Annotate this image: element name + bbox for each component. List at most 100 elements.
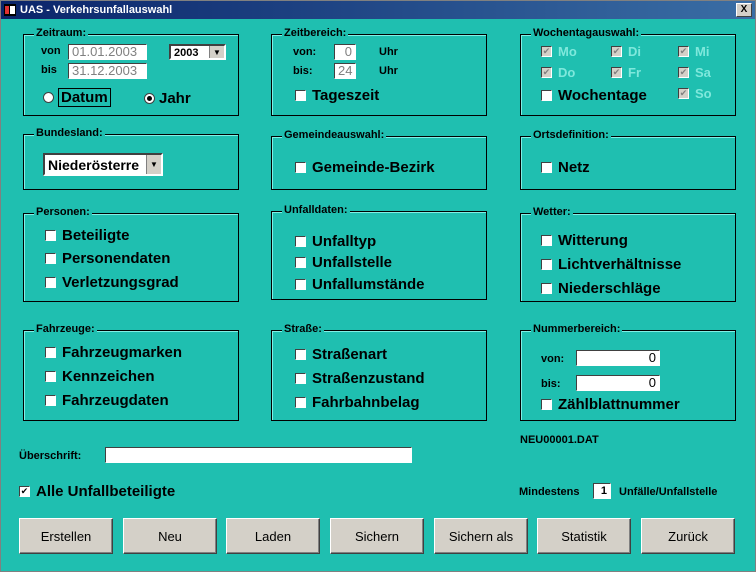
checkbox-so-label: So [695,86,712,101]
checkbox-di[interactable]: ✔ Di [611,44,641,59]
fahrzeuge-label: Fahrzeuge: [34,323,97,335]
checkbox-mo[interactable]: ✔ Mo [541,44,577,59]
checkbox-fahrbahnbelag-box[interactable] [295,397,306,408]
zeitraum-von-input[interactable]: 01.01.2003 [68,44,147,60]
checkbox-netz-box[interactable] [541,162,552,173]
radio-datum[interactable]: Datum [43,88,111,107]
checkbox-unfallstelle[interactable]: Unfallstelle [295,254,392,271]
radio-jahr[interactable]: Jahr [144,90,191,107]
checkbox-mi-label: Mi [695,44,710,59]
radio-datum-dot[interactable] [43,92,54,103]
checkbox-mi-box[interactable]: ✔ [678,46,689,57]
checkbox-kennzeichen[interactable]: Kennzeichen [45,368,155,385]
app-icon [4,4,16,16]
checkbox-wochentage-box[interactable] [541,90,552,101]
laden-button[interactable]: Laden [226,518,320,554]
checkbox-gemeinde-bezirk[interactable]: Gemeinde-Bezirk [295,159,435,176]
checkbox-fahrzeugdaten-box[interactable] [45,395,56,406]
checkbox-lichtverhaeltnisse[interactable]: Lichtverhältnisse [541,256,681,273]
checkbox-so[interactable]: ✔ So [678,86,712,101]
checkbox-unfalltyp-box[interactable] [295,236,306,247]
zurueck-button[interactable]: Zurück [641,518,735,554]
checkbox-strassenart[interactable]: Straßenart [295,346,387,363]
checkbox-fahrbahnbelag[interactable]: Fahrbahnbelag [295,394,420,411]
radio-jahr-dot[interactable] [144,93,155,104]
zeitbereich-bis-input[interactable]: 24 [334,63,356,79]
checkbox-sa[interactable]: ✔ Sa [678,65,711,80]
bundesland-select[interactable]: Niederösterre ▼ [43,153,163,176]
ueberschrift-label: Überschrift: [19,450,82,462]
checkbox-fr[interactable]: ✔ Fr [611,65,641,80]
checkbox-strassenzustand-box[interactable] [295,373,306,384]
checkbox-niederschlaege-box[interactable] [541,283,552,294]
checkbox-sa-box[interactable]: ✔ [678,67,689,78]
checkbox-di-label: Di [628,44,641,59]
checkbox-strassenart-box[interactable] [295,349,306,360]
zeitraum-von-label: von [41,45,61,57]
chevron-down-icon[interactable]: ▼ [146,155,161,174]
checkbox-verletzungsgrad[interactable]: Verletzungsgrad [45,274,179,291]
checkbox-witterung-label: Witterung [558,232,628,249]
sichern-als-button[interactable]: Sichern als [434,518,528,554]
checkbox-kennzeichen-label: Kennzeichen [62,368,155,385]
zeitbereich-von-input[interactable]: 0 [334,44,356,60]
nummer-bis-input[interactable]: 0 [576,375,660,391]
checkbox-unfallumstaende-label: Unfallumstände [312,276,425,293]
checkbox-unfallumstaende-box[interactable] [295,279,306,290]
neu-button[interactable]: Neu [123,518,217,554]
checkbox-mo-box[interactable]: ✔ [541,46,552,57]
checkbox-fahrzeugmarken[interactable]: Fahrzeugmarken [45,344,182,361]
checkbox-mi[interactable]: ✔ Mi [678,44,709,59]
checkbox-unfalltyp[interactable]: Unfalltyp [295,233,376,250]
ueberschrift-input[interactable] [105,447,412,463]
checkbox-lichtverhaeltnisse-box[interactable] [541,259,552,270]
checkbox-do-label: Do [558,65,576,80]
chevron-down-icon[interactable]: ▼ [209,46,224,58]
zeitraum-bis-input[interactable]: 31.12.2003 [68,63,147,79]
checkbox-fr-box[interactable]: ✔ [611,67,622,78]
nummer-von-input[interactable]: 0 [576,350,660,366]
checkbox-beteiligte-box[interactable] [45,230,56,241]
checkbox-zaehlblattnummer-box[interactable] [541,399,552,410]
checkbox-zaehlblattnummer-label: Zählblattnummer [558,396,680,413]
personen-label: Personen: [34,206,92,218]
checkbox-witterung[interactable]: Witterung [541,232,628,249]
radio-jahr-label: Jahr [159,90,191,107]
main-window: UAS - Verkehrsunfallauswahl X Zeitraum: … [0,0,756,572]
wetter-label: Wetter: [531,206,573,218]
nummer-bis-label: bis: [541,378,561,390]
checkbox-personendaten-box[interactable] [45,253,56,264]
sichern-button[interactable]: Sichern [330,518,424,554]
checkbox-do-box[interactable]: ✔ [541,67,552,78]
checkbox-verletzungsgrad-box[interactable] [45,277,56,288]
checkbox-unfallstelle-box[interactable] [295,257,306,268]
checkbox-niederschlaege[interactable]: Niederschläge [541,280,661,297]
checkbox-tageszeit-box[interactable] [295,90,306,101]
bundesland-label: Bundesland: [34,127,105,139]
checkbox-zaehlblattnummer[interactable]: Zählblattnummer [541,396,680,413]
checkbox-strassenzustand[interactable]: Straßenzustand [295,370,425,387]
checkbox-netz[interactable]: Netz [541,159,590,176]
checkbox-do[interactable]: ✔ Do [541,65,575,80]
checkbox-personendaten[interactable]: Personendaten [45,250,170,267]
erstellen-button[interactable]: Erstellen [19,518,113,554]
checkbox-so-box[interactable]: ✔ [678,88,689,99]
checkbox-alle-unfallbeteiligte-box[interactable]: ✔ [19,486,30,497]
year-select[interactable]: 2003 ▼ [169,44,226,60]
checkbox-wochentage[interactable]: Wochentage [541,87,647,104]
close-button[interactable]: X [736,3,752,17]
checkbox-tageszeit[interactable]: Tageszeit [295,87,379,104]
statistik-button[interactable]: Statistik [537,518,631,554]
checkbox-kennzeichen-box[interactable] [45,371,56,382]
checkbox-di-box[interactable]: ✔ [611,46,622,57]
zeitraum-bis-label: bis [41,64,57,76]
checkbox-gemeinde-bezirk-box[interactable] [295,162,306,173]
checkbox-witterung-box[interactable] [541,235,552,246]
checkbox-fahrzeugmarken-box[interactable] [45,347,56,358]
checkbox-fahrzeugdaten[interactable]: Fahrzeugdaten [45,392,169,409]
checkbox-unfallumstaende[interactable]: Unfallumstände [295,276,425,293]
checkbox-alle-unfallbeteiligte[interactable]: ✔ Alle Unfallbeteiligte [19,483,175,500]
mindestens-input[interactable]: 1 [593,483,611,499]
radio-datum-label: Datum [58,88,111,107]
checkbox-beteiligte[interactable]: Beteiligte [45,227,130,244]
